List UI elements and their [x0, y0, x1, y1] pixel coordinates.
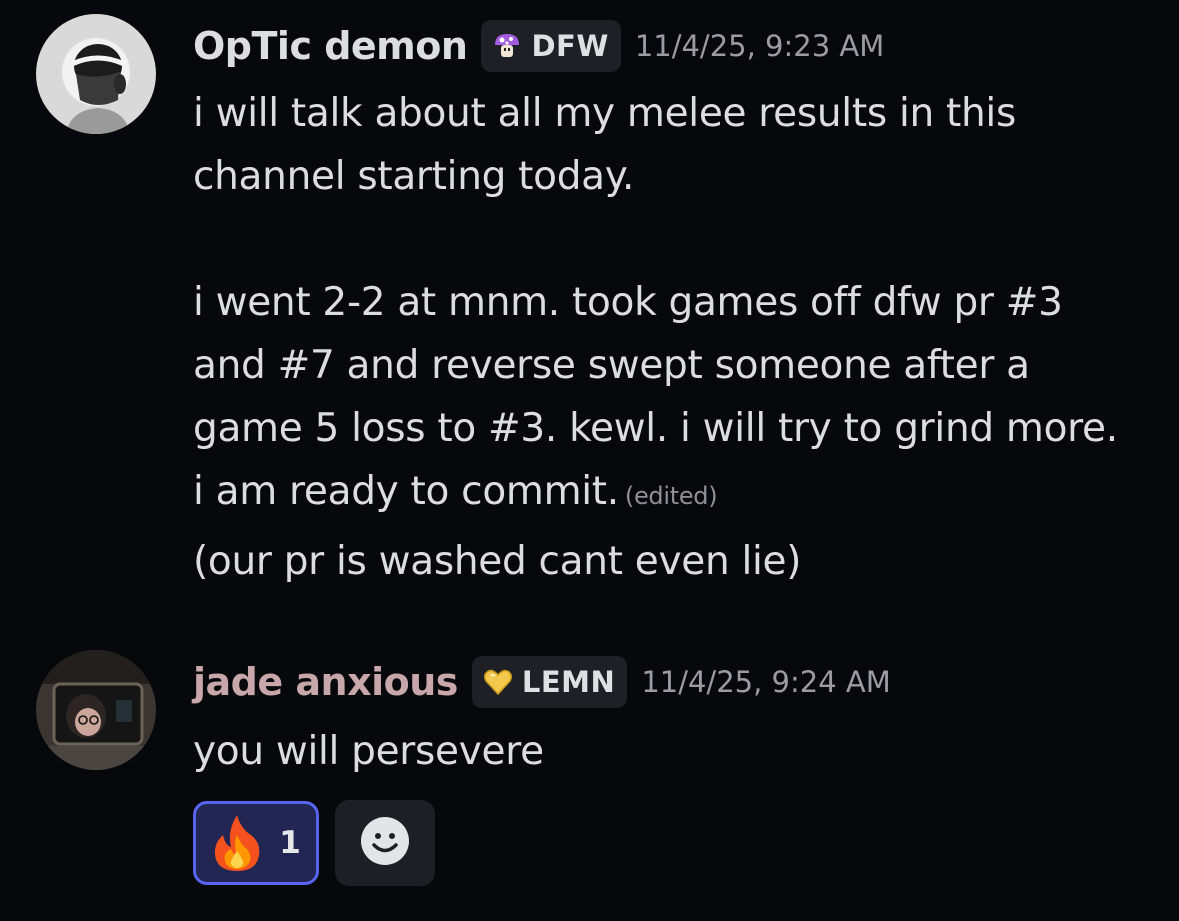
message-content: you will persevere	[193, 720, 1163, 783]
avatar-image	[36, 14, 156, 134]
guild-tag[interactable]: LEMN	[471, 656, 628, 708]
message-line: i am ready to commit.	[193, 469, 619, 514]
username[interactable]: jade anxious	[193, 660, 458, 704]
gold-heart-icon	[480, 664, 516, 700]
message-line: i will talk about all my melee results i…	[193, 91, 1016, 136]
message-line: you will persevere	[193, 729, 544, 774]
avatar-image	[36, 650, 156, 770]
user-avatar-jade-anxious[interactable]	[36, 650, 156, 770]
guild-tag-label: DFW	[531, 29, 609, 63]
add-reaction-button[interactable]	[335, 800, 435, 886]
message-timestamp[interactable]: 11/4/25, 9:24 AM	[641, 665, 890, 699]
message-timestamp[interactable]: 11/4/25, 9:23 AM	[635, 29, 884, 63]
guild-tag-label: LEMN	[521, 665, 616, 699]
message-line: and #7 and reverse swept someone after a	[193, 343, 1030, 388]
reaction-count: 1	[279, 825, 301, 861]
edited-label: (edited)	[624, 482, 718, 510]
guild-tag[interactable]: DFW	[481, 20, 621, 72]
username[interactable]: OpTic demon	[193, 24, 468, 68]
message-line-with-edited: i am ready to commit. (edited)	[193, 460, 1163, 528]
purple-mushroom-icon	[489, 28, 525, 64]
message-line: game 5 loss to #3. kewl. i will try to g…	[193, 406, 1118, 451]
smiley-add-reaction-icon	[359, 815, 411, 871]
message-line: channel starting today.	[193, 154, 635, 199]
reaction-fire[interactable]: 1	[193, 801, 319, 885]
followup-message: (our pr is washed cant even lie)	[193, 539, 802, 584]
message-line: i went 2-2 at mnm. took games off dfw pr…	[193, 280, 1063, 325]
user-avatar-optic-demon[interactable]	[36, 14, 156, 134]
fire-emoji-icon	[211, 813, 263, 873]
message-header: OpTic demon DFW 11/4/25, 9:23 AM	[193, 20, 884, 72]
reaction-bar: 1	[193, 800, 435, 886]
message-content: i will talk about all my melee results i…	[193, 82, 1163, 528]
message-header: jade anxious LEMN 11/4/25, 9:24 AM	[193, 656, 891, 708]
